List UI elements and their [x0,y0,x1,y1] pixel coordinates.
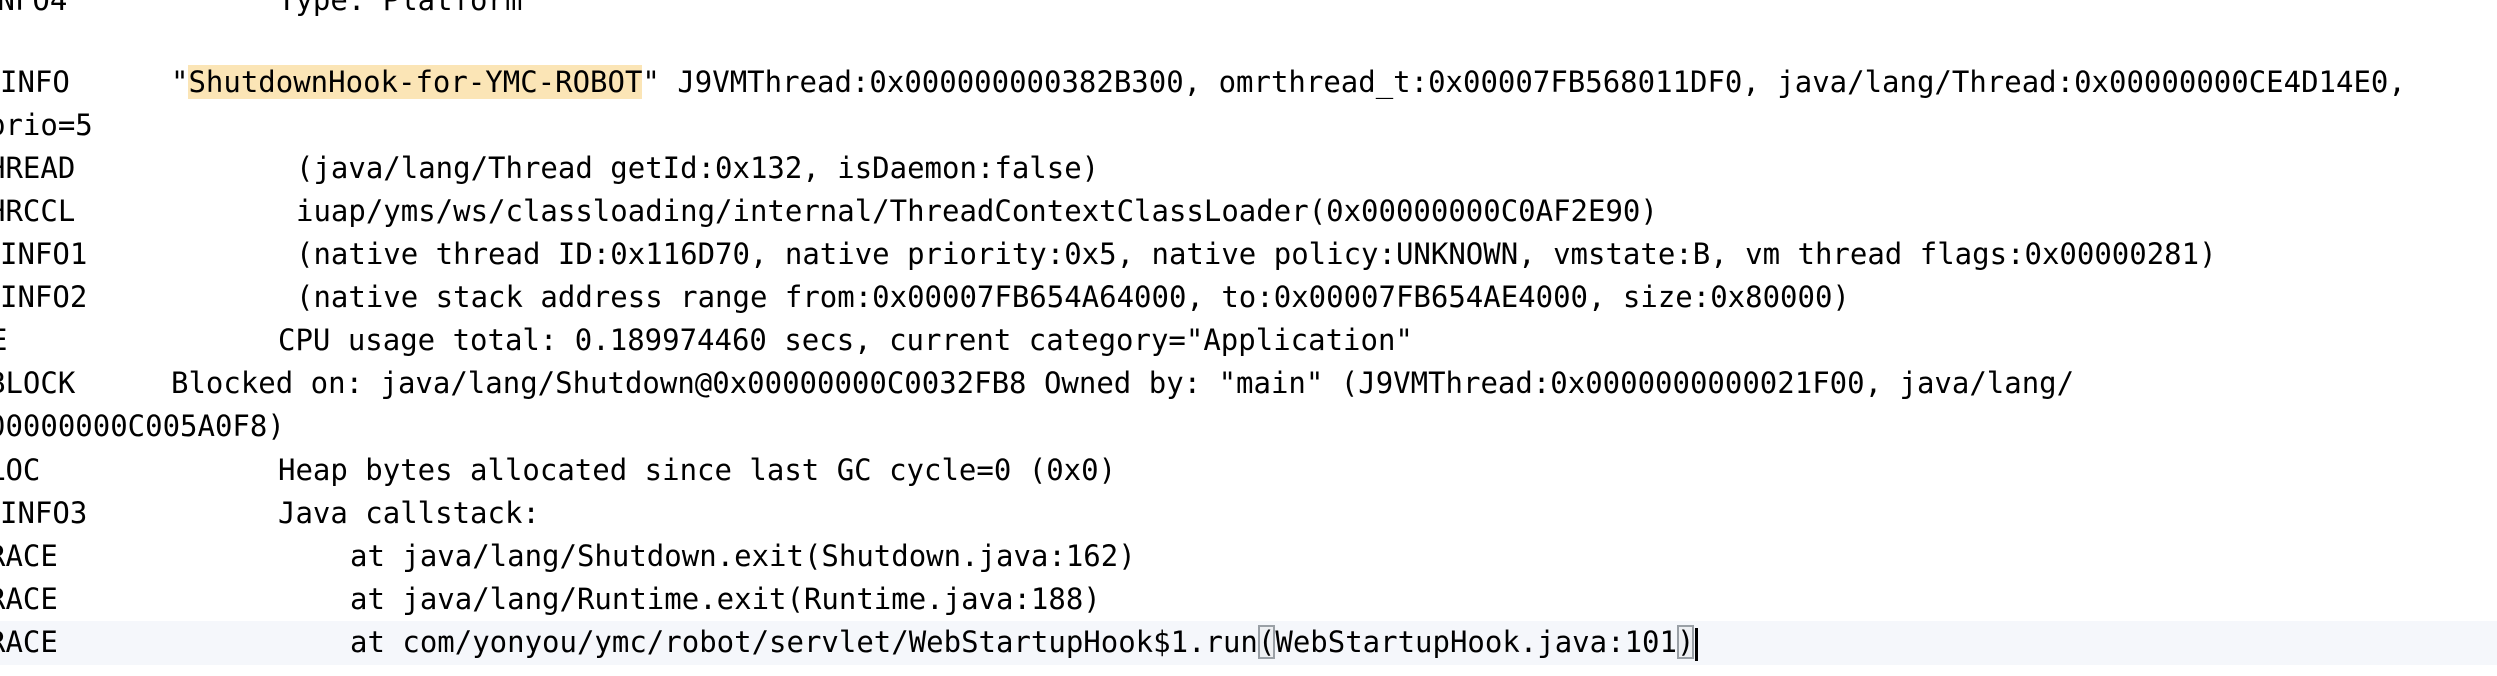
log-tag: BLOCK [0,366,76,400]
log-tag: INFO4 [0,0,68,17]
log-message: at com/yonyou/ymc/robot/servlet/WebStart… [350,621,1699,665]
log-line: BLOCK Blocked on: java/lang/Shutdown@0x0… [0,362,2497,406]
log-tag: RACE [0,625,58,659]
quote-open: " [171,65,189,99]
log-line: 00000000C005A0F8) [0,405,2497,449]
stack-frame-location: WebStartupHook.java:101 [1275,625,1677,659]
log-message: (native thread ID:0x116D70, native prior… [296,237,2217,271]
log-message: Blocked on: java/lang/Shutdown@0x0000000… [171,366,2075,400]
log-message: "ShutdownHook-for-YMC-ROBOT" J9VMThread:… [171,61,2406,105]
log-tag: INFO2 [0,280,88,314]
log-message: (native stack address range from:0x00007… [296,280,1850,314]
log-line: RACE at java/lang/Shutdown.exit(Shutdown… [0,535,2497,579]
thread-name-highlight: ShutdownHook-for-YMC-ROBOT [188,65,643,99]
log-editor[interactable]: INFO4 Type: Platform INFO "ShutdownHook-… [0,0,2497,676]
stack-frame-text: at com/yonyou/ymc/robot/servlet/WebStart… [350,625,1258,659]
log-message: CPU usage total: 0.189974460 secs, curre… [278,323,1413,357]
log-line: INFO2 (native stack address range from:0… [0,276,2497,320]
log-tag: RACE [0,539,58,573]
log-tag: HRCCL [0,194,76,228]
matched-close-paren: ) [1676,625,1695,659]
log-message: Java callstack: [278,496,540,530]
log-message: Heap bytes allocated since last GC cycle… [278,453,1117,487]
log-line: INFO3 Java callstack: [0,492,2497,536]
log-message: (java/lang/Thread getId:0x132, isDaemon:… [296,151,1100,185]
log-line: prio=5 [0,104,2497,148]
log-line: E CPU usage total: 0.189974460 secs, cur… [0,319,2497,363]
log-line: HREAD (java/lang/Thread getId:0x132, isD… [0,147,2497,191]
log-tag: LOC [0,453,41,487]
log-tag: INFO [0,65,70,99]
log-tag: E [0,319,7,363]
log-tag: INFO1 [0,237,88,271]
text-caret [1695,627,1699,661]
log-message: at java/lang/Runtime.exit(Runtime.java:1… [350,582,1101,616]
log-message: at java/lang/Shutdown.exit(Shutdown.java… [350,539,1136,573]
log-tag: HREAD [0,151,76,185]
log-tag: prio=5 [0,108,93,142]
log-line: LOC Heap bytes allocated since last GC c… [0,449,2497,493]
log-tag: RACE [0,582,58,616]
thread-details: " J9VMThread:0x000000000382B300, omrthre… [642,65,2406,99]
log-line: INFO4 Type: Platform [0,0,2497,23]
log-message: Type: Platform [278,0,523,17]
log-tag: INFO3 [0,496,88,530]
log-line: HRCCL iuap/yms/ws/classloading/internal/… [0,190,2497,234]
log-line: INFO1 (native thread ID:0x116D70, native… [0,233,2497,277]
current-log-line[interactable]: RACE at com/yonyou/ymc/robot/servlet/Web… [0,621,2497,665]
log-line: INFO "ShutdownHook-for-YMC-ROBOT" J9VMTh… [0,61,2497,105]
log-message: iuap/yms/ws/classloading/internal/Thread… [296,194,1658,228]
matched-open-paren: ( [1257,625,1276,659]
log-line: RACE at java/lang/Runtime.exit(Runtime.j… [0,578,2497,622]
log-tag: 00000000C005A0F8) [0,409,285,443]
